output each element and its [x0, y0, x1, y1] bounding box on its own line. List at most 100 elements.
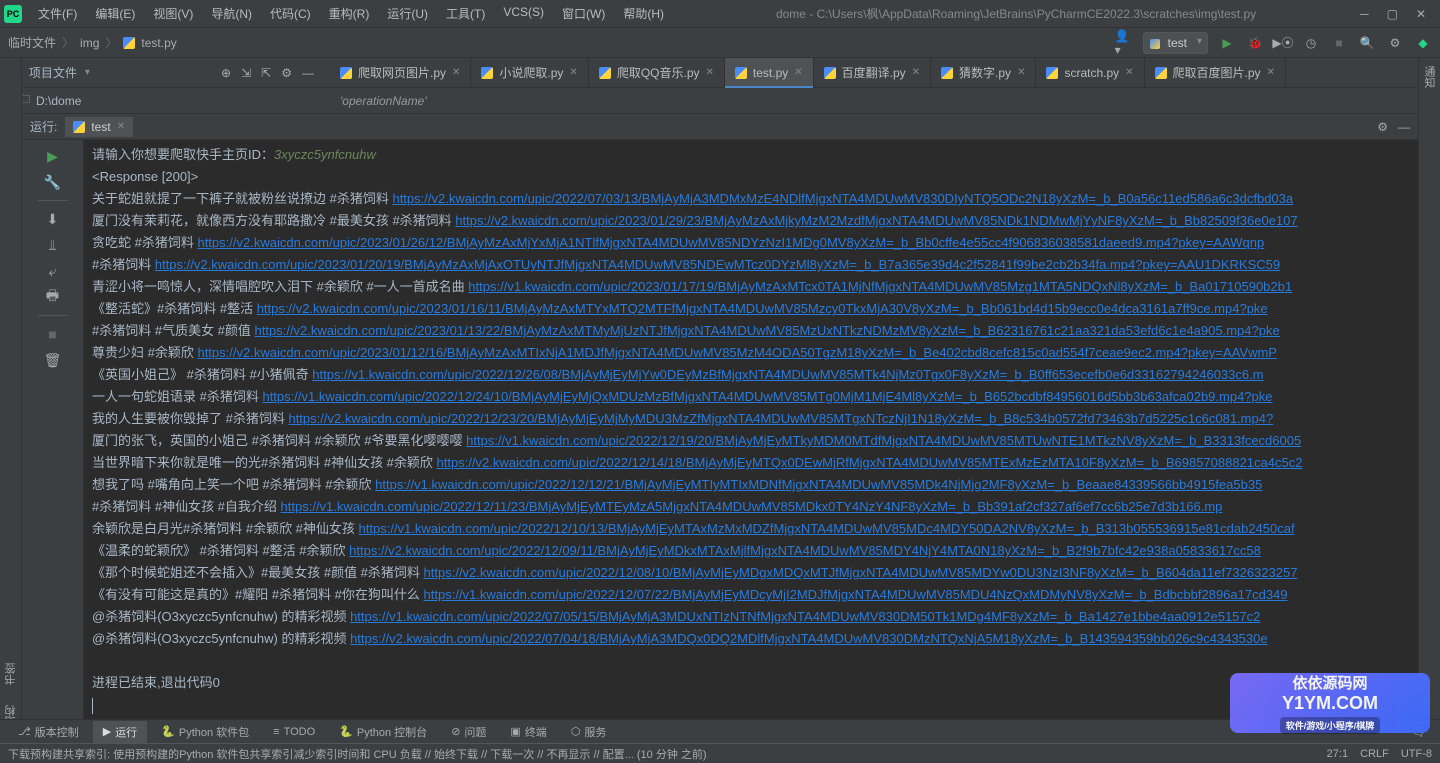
project-root-path[interactable]: D:\dome	[36, 94, 81, 108]
editor-tab[interactable]: 小说爬取.py✕	[471, 58, 588, 88]
profile-button[interactable]: ◷	[1302, 34, 1320, 52]
console-link[interactable]: https://v2.kwaicdn.com/upic/2022/12/14/1…	[437, 455, 1303, 470]
debug-button[interactable]: 🐞	[1246, 34, 1264, 52]
collapse-icon[interactable]: ⇱	[261, 66, 271, 80]
console-link[interactable]: https://v2.kwaicdn.com/upic/2023/01/12/1…	[197, 345, 1277, 360]
down-icon[interactable]: ⬇	[43, 209, 63, 229]
menu-tools[interactable]: 工具(T)	[438, 1, 493, 26]
console-link[interactable]: https://v2.kwaicdn.com/upic/2023/01/26/1…	[197, 235, 1264, 250]
console-link[interactable]: https://v2.kwaicdn.com/upic/2022/07/04/1…	[350, 631, 1268, 646]
rerun-button[interactable]: ▶	[43, 146, 63, 166]
codewithme-icon[interactable]: ◆	[1414, 34, 1432, 52]
hide-icon[interactable]: —	[1398, 120, 1410, 134]
print-icon[interactable]: 🖶	[43, 287, 63, 307]
gear-icon[interactable]: ⚙	[1386, 34, 1404, 52]
close-icon[interactable]: ✕	[794, 67, 802, 78]
editor-tab[interactable]: 百度翻译.py✕	[814, 58, 931, 88]
gear-icon[interactable]: ⚙	[281, 66, 292, 80]
editor-tab[interactable]: 爬取QQ音乐.py✕	[589, 58, 725, 88]
editor-tab[interactable]: 爬取网页图片.py✕	[330, 58, 471, 88]
gear-icon[interactable]: ⚙	[1377, 120, 1388, 134]
menu-view[interactable]: 视图(V)	[145, 1, 201, 26]
menu-code[interactable]: 代码(C)	[262, 1, 319, 26]
run-toolwindow[interactable]: ▶ 运行	[93, 721, 147, 743]
editor-tab[interactable]: 猜数字.py✕	[931, 58, 1036, 88]
breadcrumb-file[interactable]: test.py	[141, 36, 176, 50]
wrap-icon[interactable]: ⤶	[43, 261, 63, 281]
console-link[interactable]: https://v1.kwaicdn.com/upic/2022/12/11/2…	[281, 499, 1223, 514]
stop-button[interactable]: ■	[1330, 34, 1348, 52]
console-output[interactable]: 请输入你想要爬取快手主页ID：3xyczc5ynfcnuhw<Response …	[84, 140, 1418, 735]
close-icon[interactable]: ✕	[569, 67, 577, 78]
run-tab-test[interactable]: test ✕	[65, 117, 133, 137]
close-icon[interactable]: ✕	[912, 67, 920, 78]
close-icon[interactable]: ✕	[1017, 67, 1025, 78]
console-link[interactable]: https://v1.kwaicdn.com/upic/2022/12/10/1…	[359, 521, 1295, 536]
menu-vcs[interactable]: VCS(S)	[495, 1, 552, 26]
console-link[interactable]: https://v2.kwaicdn.com/upic/2023/01/20/1…	[155, 257, 1280, 272]
console-link[interactable]: https://v2.kwaicdn.com/upic/2022/07/03/1…	[392, 191, 1293, 206]
menu-run[interactable]: 运行(U)	[379, 1, 436, 26]
console-link[interactable]: https://v1.kwaicdn.com/upic/2022/12/24/1…	[262, 389, 1272, 404]
editor-tab[interactable]: scratch.py✕	[1036, 58, 1144, 88]
vcs-toolwindow[interactable]: ⎇ 版本控制	[8, 721, 89, 743]
todo-toolwindow[interactable]: ≡ TODO	[263, 723, 325, 741]
python-console-toolwindow[interactable]: 🐍 Python 控制台	[329, 721, 437, 743]
bookmarks-toolwindow[interactable]: 书签	[1, 655, 21, 693]
console-link[interactable]: https://v1.kwaicdn.com/upic/2022/12/07/2…	[424, 587, 1288, 602]
console-link[interactable]: https://v1.kwaicdn.com/upic/2022/12/19/2…	[466, 433, 1301, 448]
python-icon	[941, 67, 953, 79]
layout-icon[interactable]: ⫫	[43, 235, 63, 255]
close-icon[interactable]: ✕	[1267, 67, 1275, 78]
close-icon[interactable]: ✕	[117, 121, 125, 132]
console-link[interactable]: https://v1.kwaicdn.com/upic/2023/01/17/1…	[468, 279, 1292, 294]
trash-icon[interactable]: 🗑	[43, 350, 63, 370]
run-config-select[interactable]: test	[1143, 32, 1208, 54]
expand-icon[interactable]: ⇲	[241, 66, 251, 80]
problems-toolwindow[interactable]: ⊘ 问题	[441, 721, 496, 743]
file-encoding[interactable]: UTF-8	[1401, 748, 1432, 760]
editor-tab[interactable]: 爬取百度图片.py✕	[1145, 58, 1286, 88]
console-line: 关于蛇姐就提了一下裤子就被粉丝说撩边 #杀猪饲料 https://v2.kwai…	[92, 188, 1410, 210]
console-link[interactable]: https://v1.kwaicdn.com/upic/2022/07/05/1…	[350, 609, 1260, 624]
console-link[interactable]: https://v2.kwaicdn.com/upic/2022/12/08/1…	[424, 565, 1298, 580]
hide-icon[interactable]: —	[302, 66, 314, 80]
run-button[interactable]: ▶	[1218, 34, 1236, 52]
console-link[interactable]: https://v1.kwaicdn.com/upic/2022/12/12/2…	[375, 477, 1262, 492]
maximize-icon[interactable]: ▢	[1387, 7, 1398, 21]
wrench-icon[interactable]: 🔧	[43, 172, 63, 192]
breadcrumb-scratches[interactable]: 临时文件	[8, 34, 56, 51]
console-link[interactable]: https://v1.kwaicdn.com/upic/2022/12/26/0…	[312, 367, 1263, 382]
user-icon[interactable]: 👤▾	[1115, 34, 1133, 52]
menu-navigate[interactable]: 导航(N)	[203, 1, 260, 26]
close-icon[interactable]: ✕	[452, 67, 460, 78]
close-icon[interactable]: ✕	[1416, 7, 1426, 21]
console-link[interactable]: https://v2.kwaicdn.com/upic/2023/01/16/1…	[257, 301, 1268, 316]
menu-file[interactable]: 文件(F)	[30, 1, 85, 26]
menu-edit[interactable]: 编辑(E)	[87, 1, 143, 26]
python-packages-toolwindow[interactable]: 🐍 Python 软件包	[151, 721, 259, 743]
menu-window[interactable]: 窗口(W)	[554, 1, 613, 26]
notifications-toolwindow[interactable]: 通知	[1419, 58, 1439, 96]
menu-refactor[interactable]: 重构(R)	[321, 1, 378, 26]
coverage-button[interactable]: ▶⦿	[1274, 34, 1292, 52]
status-message[interactable]: 下载预构建共享索引: 使用预构建的Python 软件包共享索引减少索引时间和 C…	[8, 746, 707, 762]
services-toolwindow[interactable]: ⬡ 服务	[561, 721, 617, 743]
breadcrumb-img[interactable]: img	[80, 36, 99, 50]
locate-icon[interactable]: ⊕	[221, 66, 231, 80]
console-link[interactable]: https://v2.kwaicdn.com/upic/2023/01/13/2…	[255, 323, 1280, 338]
console-link[interactable]: https://v2.kwaicdn.com/upic/2022/12/23/2…	[288, 411, 1273, 426]
console-link[interactable]: https://v2.kwaicdn.com/upic/2023/01/29/2…	[455, 213, 1297, 228]
close-icon[interactable]: ✕	[1125, 67, 1133, 78]
minimize-icon[interactable]: ─	[1360, 7, 1369, 21]
close-icon[interactable]: ✕	[706, 67, 714, 78]
terminal-toolwindow[interactable]: ▣ 终端	[500, 721, 556, 743]
editor-tab[interactable]: test.py✕	[725, 58, 814, 88]
caret-position[interactable]: 27:1	[1327, 748, 1348, 760]
console-link[interactable]: https://v2.kwaicdn.com/upic/2022/12/09/1…	[349, 543, 1261, 558]
project-files-header[interactable]: 🗁 项目文件 ▾ ⊕ ⇲ ⇱ ⚙ —	[0, 62, 330, 83]
search-icon[interactable]: 🔍	[1358, 34, 1376, 52]
menu-help[interactable]: 帮助(H)	[615, 1, 672, 26]
line-separator[interactable]: CRLF	[1360, 748, 1389, 760]
stop-icon[interactable]: ■	[43, 324, 63, 344]
